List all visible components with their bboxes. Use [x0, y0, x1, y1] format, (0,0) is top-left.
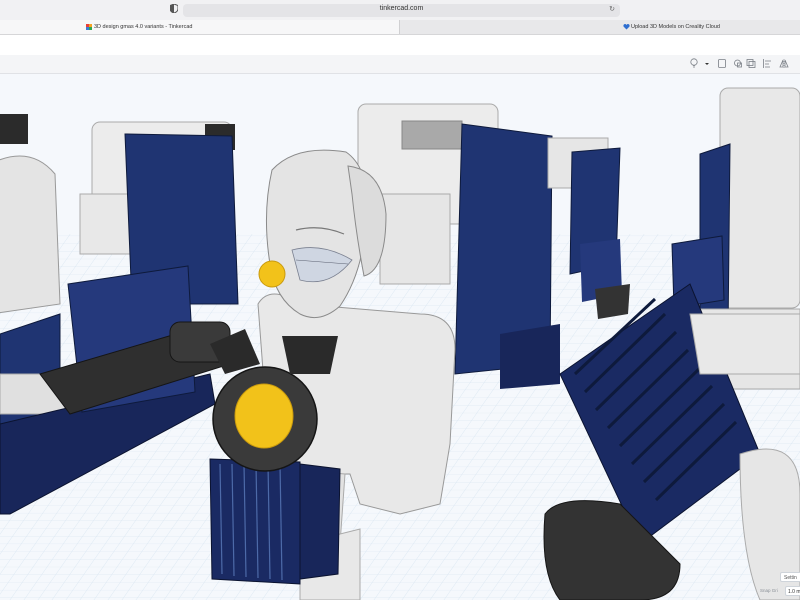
chevron-down-icon[interactable]	[704, 58, 710, 69]
browser-top-bar: tinkercad.com ↻	[0, 0, 800, 20]
address-bar[interactable]: tinkercad.com ↻	[183, 4, 620, 17]
group-icon[interactable]	[733, 58, 743, 69]
creality-favicon-icon	[623, 23, 630, 30]
editor-toolbar	[0, 55, 800, 74]
tab-bar: 3D design gmas 4.0 variants - Tinkercad …	[0, 20, 800, 35]
mirror-icon[interactable]	[779, 58, 789, 69]
privacy-shield-icon[interactable]	[170, 4, 178, 13]
align-icon[interactable]	[762, 58, 772, 69]
tinkercad-header	[0, 35, 800, 55]
workplane-viewport[interactable]	[0, 74, 800, 600]
settings-button[interactable]: Settin	[780, 572, 800, 582]
lightbulb-icon[interactable]	[689, 58, 699, 69]
tab-tinkercad[interactable]: 3D design gmas 4.0 variants - Tinkercad	[0, 20, 400, 34]
snap-grid-label: Snap Gri	[760, 588, 778, 593]
duplicate-icon[interactable]	[746, 58, 756, 69]
snap-grid-select[interactable]: 1.0 m	[785, 586, 800, 596]
scene-render	[0, 87, 800, 600]
tab-label: 3D design gmas 4.0 variants - Tinkercad	[94, 24, 193, 30]
tinkercad-favicon-icon	[86, 24, 92, 30]
yellow-lens	[234, 383, 294, 449]
tab-label: Upload 3D Models on Creality Cloud	[631, 24, 720, 30]
note-icon[interactable]	[717, 58, 727, 69]
tab-creality[interactable]: Upload 3D Models on Creality Cloud	[400, 20, 800, 34]
address-text: tinkercad.com	[379, 5, 424, 12]
reload-icon[interactable]: ↻	[609, 5, 615, 13]
small-yellow-lens	[258, 260, 286, 288]
